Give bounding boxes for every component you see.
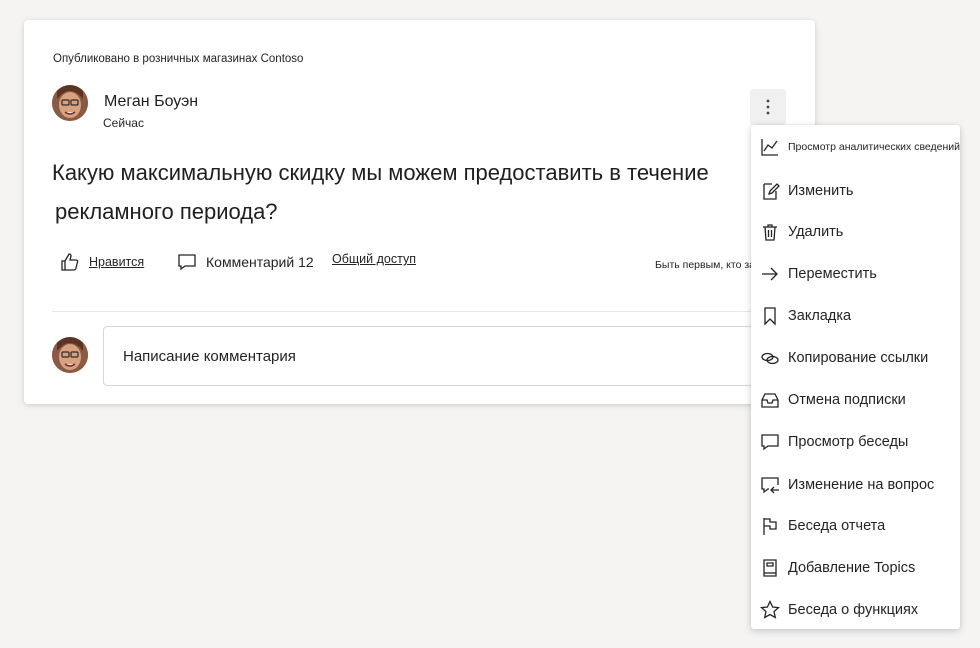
- menu-item-unfollow[interactable]: Отмена подписки: [751, 383, 960, 419]
- menu-item-label: Просмотр аналитических сведений: [788, 141, 961, 153]
- more-vertical-icon: [766, 99, 770, 115]
- post-timestamp: Сейчас: [103, 116, 144, 130]
- menu-item-view-conversation[interactable]: Просмотр беседы: [751, 425, 960, 461]
- menu-item-edit[interactable]: Изменить: [751, 174, 960, 210]
- chat-arrow-icon: [761, 477, 779, 494]
- comment-count-label: Комментарий 12: [206, 254, 314, 270]
- menu-item-report-conversation[interactable]: Беседа отчета: [751, 509, 960, 545]
- more-options-menu: Просмотр аналитических сведений Изменить…: [751, 125, 960, 629]
- current-user-avatar: [52, 337, 88, 373]
- menu-item-label: Добавление Topics: [788, 560, 916, 576]
- comment-button[interactable]: Комментарий 12: [177, 252, 314, 272]
- author-avatar[interactable]: [52, 85, 88, 121]
- author-name[interactable]: Меган Боуэн: [104, 93, 198, 111]
- posted-in-label: Опубликовано в розничных магазинах Conto…: [53, 53, 304, 65]
- menu-item-label: Переместить: [788, 266, 877, 282]
- more-options-button[interactable]: [750, 89, 786, 125]
- menu-item-feature-conversation[interactable]: Беседа о функциях: [751, 593, 960, 629]
- star-icon: [760, 600, 780, 619]
- question-line-1: Какую максимальную скидку мы можем предо…: [52, 160, 709, 185]
- menu-item-label: Просмотр беседы: [788, 434, 909, 450]
- comment-icon: [178, 254, 196, 271]
- menu-item-bookmark[interactable]: Закладка: [751, 299, 960, 335]
- like-button[interactable]: Нравится: [60, 252, 144, 272]
- menu-item-label: Изменить: [788, 183, 854, 199]
- flag-icon: [763, 518, 777, 535]
- menu-item-change-to-question[interactable]: Изменение на вопрос: [751, 468, 960, 504]
- link-icon: [761, 352, 779, 365]
- comment-input[interactable]: Написание комментария: [103, 326, 795, 386]
- question-text: Какую максимальную скидку мы можем предо…: [52, 153, 792, 231]
- menu-item-label: Беседа отчета: [788, 518, 886, 534]
- thumbs-up-icon: [61, 253, 79, 271]
- divider: [52, 311, 784, 312]
- menu-item-label: Беседа о функциях: [788, 602, 919, 618]
- menu-item-add-topics[interactable]: Добавление Topics: [751, 551, 960, 587]
- menu-item-label: Удалить: [788, 224, 844, 240]
- menu-item-label: Отмена подписки: [788, 392, 906, 408]
- menu-item-label: Закладка: [788, 308, 852, 324]
- conversation-card: Опубликовано в розничных магазинах Conto…: [24, 20, 815, 404]
- menu-item-view-insights[interactable]: Просмотр аналитических сведений: [751, 130, 960, 166]
- book-icon: [763, 559, 777, 577]
- chart-line-icon: [761, 139, 778, 156]
- menu-item-delete[interactable]: Удалить: [751, 215, 960, 251]
- menu-item-move[interactable]: Переместить: [751, 257, 960, 293]
- share-button[interactable]: Общий доступ: [332, 252, 416, 266]
- menu-item-label: Копирование ссылки: [788, 350, 929, 366]
- menu-item-copy-link[interactable]: Копирование ссылки: [751, 341, 960, 377]
- menu-item-label: Изменение на вопрос: [788, 477, 935, 493]
- trash-icon: [763, 224, 777, 241]
- bookmark-icon: [764, 307, 776, 326]
- like-label: Нравится: [89, 255, 145, 269]
- edit-icon: [763, 183, 780, 200]
- chat-bubble-icon: [761, 434, 779, 451]
- arrow-right-icon: [762, 267, 778, 281]
- mail-inbox-icon: [761, 393, 779, 408]
- comment-placeholder: Написание комментария: [123, 347, 296, 365]
- question-line-2: рекламного периода?: [55, 199, 278, 224]
- share-label: Общий доступ: [332, 252, 416, 266]
